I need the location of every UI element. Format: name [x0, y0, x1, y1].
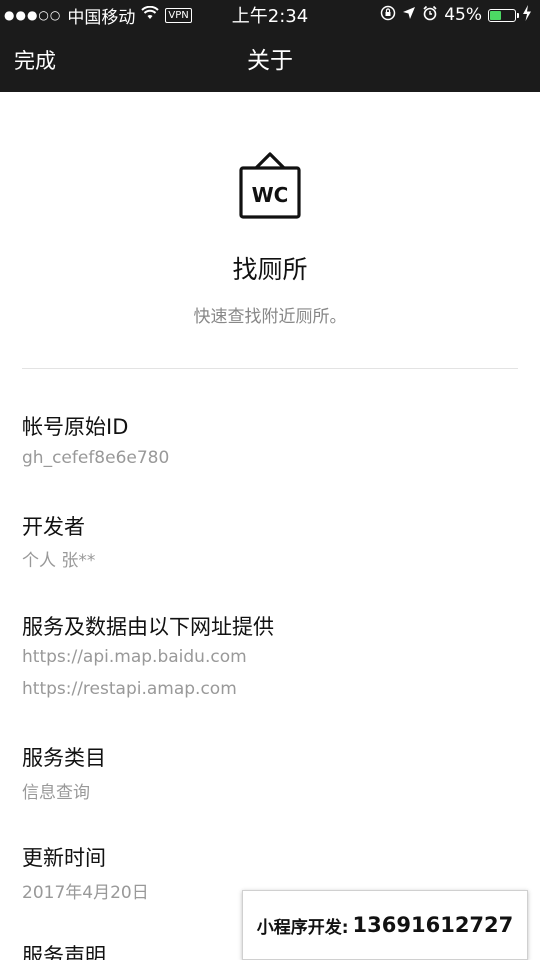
battery-level [490, 10, 501, 20]
account-id-value: gh_cefef8e6e780 [22, 448, 170, 468]
vpn-badge: VPN [165, 7, 192, 23]
service-url-baidu[interactable]: https://api.map.baidu.com [22, 647, 247, 667]
location-arrow-icon [402, 5, 416, 25]
category-value: 信息查询 [22, 783, 90, 803]
page-title: 关于 [247, 48, 293, 74]
updated-value: 2017年4月20日 [22, 883, 149, 903]
developer-value: 个人 张** [22, 551, 96, 571]
updated-title: 更新时间 [22, 846, 106, 870]
alarm-icon [422, 5, 438, 26]
category-title: 服务类目 [22, 746, 106, 770]
account-id-title: 帐号原始ID [22, 415, 129, 439]
divider [22, 368, 518, 369]
orientation-lock-icon [380, 5, 396, 26]
charging-bolt-icon [522, 4, 532, 26]
developer-title: 开发者 [22, 515, 85, 539]
banner-phone: 13691612727 [352, 913, 514, 937]
signal-dots-icon: ●●●○○ [4, 8, 62, 22]
app-name: 找厕所 [232, 255, 308, 284]
svg-text:WC: WC [252, 183, 289, 207]
status-bar-left: ●●●○○ 中国移动 VPN [4, 0, 192, 30]
carrier-name: 中国移动 [67, 7, 136, 28]
wc-sign-icon: WC [238, 152, 302, 220]
statement-title[interactable]: 服务声明 [22, 940, 106, 960]
developer-contact-banner: 小程序开发: 13691612727 [242, 890, 528, 960]
wifi-icon [141, 5, 160, 25]
service-urls-title: 服务及数据由以下网址提供 [22, 615, 274, 639]
app-description: 快速查找附近厕所。 [193, 307, 347, 327]
service-url-amap[interactable]: https://restapi.amap.com [22, 679, 237, 699]
nav-bar: 完成 关于 [0, 30, 540, 92]
status-bar: ●●●○○ 中国移动 VPN 上午2:34 45% [0, 0, 540, 30]
battery-percent: 45% [444, 5, 482, 25]
battery-icon [488, 8, 519, 22]
banner-label: 小程序开发: [256, 917, 349, 938]
status-bar-right: 45% [380, 0, 532, 30]
